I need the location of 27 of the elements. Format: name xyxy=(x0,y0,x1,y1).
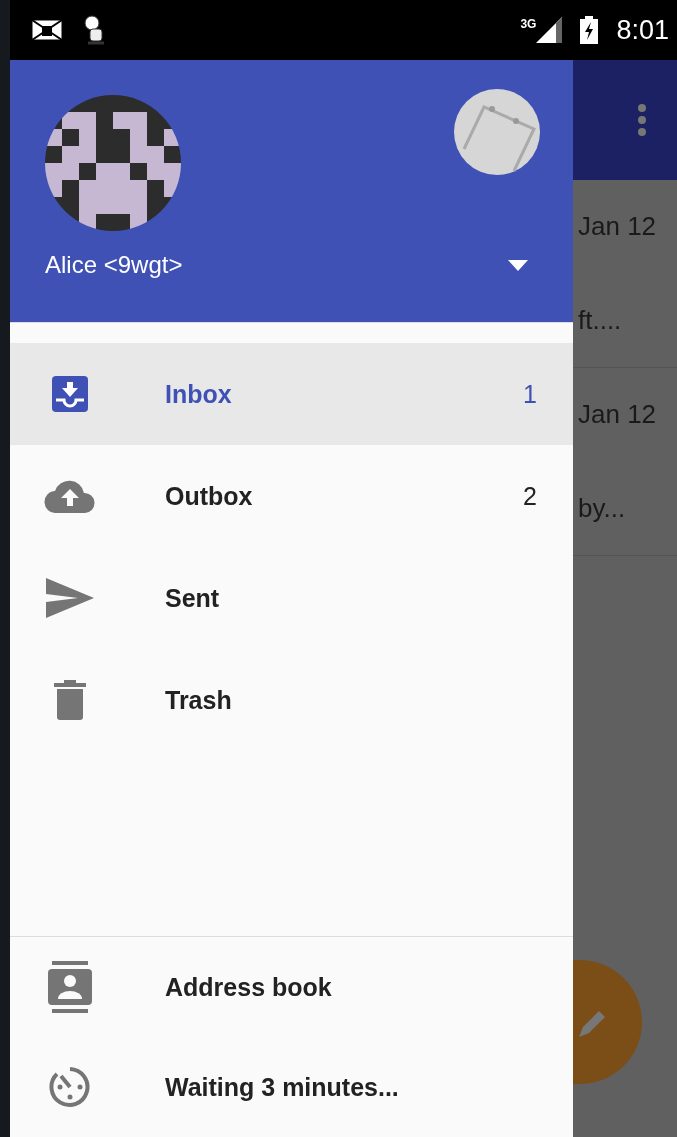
message-date: Jan 12 xyxy=(578,211,658,243)
drawer-menu-item[interactable]: Address book xyxy=(10,937,573,1037)
overflow-menu-icon[interactable] xyxy=(637,103,647,137)
folder-item[interactable]: Trash xyxy=(10,649,573,751)
drawer-menu-item[interactable]: Waiting 3 minutes... xyxy=(10,1037,573,1137)
message-preview: by... xyxy=(578,492,627,524)
folder-item[interactable]: Outbox 2 xyxy=(10,445,573,547)
account-name[interactable]: Alice <9wgt> xyxy=(45,251,183,279)
inbox-icon xyxy=(50,374,90,414)
dropdown-icon[interactable] xyxy=(508,259,528,271)
network-type: 3G xyxy=(520,17,537,31)
cloud-upload-icon xyxy=(44,479,96,513)
trash-icon xyxy=(54,680,86,720)
unread-count: 1 xyxy=(523,379,537,409)
signal-icon xyxy=(536,17,563,43)
battery-charging-icon xyxy=(580,16,599,44)
message-date: Jan 12 xyxy=(578,399,658,431)
identicon-avatar[interactable] xyxy=(45,95,181,231)
address-book-icon xyxy=(48,961,92,1013)
message-preview: ft.... xyxy=(578,304,623,336)
unread-count: 2 xyxy=(523,481,537,511)
send-icon xyxy=(46,578,94,618)
notification-icon xyxy=(30,18,64,42)
folder-item[interactable]: Sent xyxy=(10,547,573,649)
status-time: 8:01 xyxy=(616,14,669,46)
folder-item[interactable]: Inbox 1 xyxy=(10,343,573,445)
timer-icon xyxy=(49,1066,91,1108)
